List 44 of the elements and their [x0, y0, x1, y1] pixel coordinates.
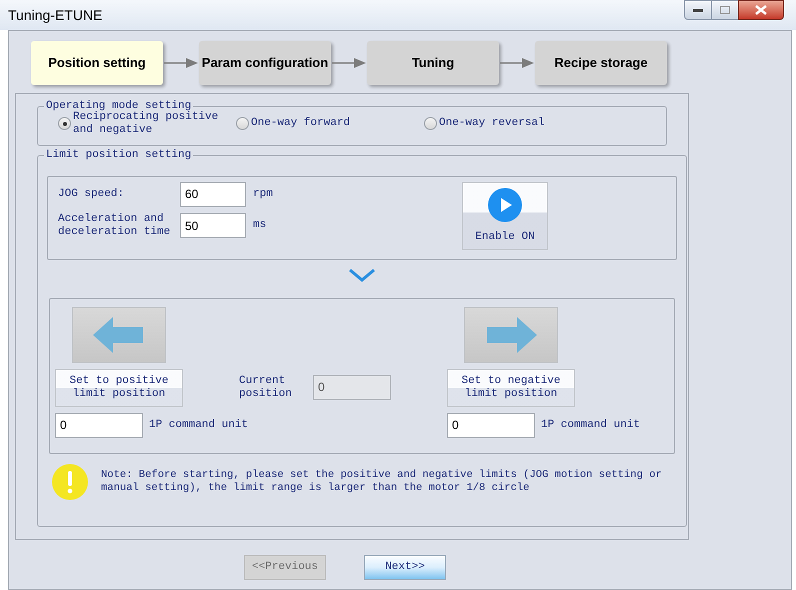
set-limit-button[interactable]: Set to positive limit position [55, 368, 183, 406]
maximize-icon [720, 6, 730, 14]
wizard-step[interactable]: Tuning [367, 41, 499, 85]
field-label: Acceleration and deceleration time [58, 212, 172, 238]
set-limit-button[interactable]: Set to negative limit position [447, 368, 575, 406]
unit-label: rpm [253, 186, 273, 202]
step-arrow-icon [500, 58, 534, 68]
close-button[interactable] [738, 0, 784, 20]
wizard-step[interactable]: Recipe storage [535, 41, 667, 85]
unit-label: 1P command unit [541, 418, 640, 433]
minimize-button[interactable] [684, 0, 712, 20]
close-icon [755, 5, 767, 15]
note-text: Note: Before starting, please set the positive and negative limits (JOG motion setting or manual setting), the limit range is larger than the motor 1/8 circle [101, 468, 663, 494]
radio-label: One-way reversal [439, 117, 545, 130]
enable-button[interactable]: Enable ON [462, 182, 548, 250]
warning-icon [52, 464, 88, 500]
play-icon [488, 188, 522, 222]
window-title: Tuning-ETUNE [8, 6, 102, 25]
next-button[interactable]: Next>> [364, 555, 446, 580]
step-arrow-icon [332, 58, 366, 68]
radio-button[interactable] [236, 117, 249, 130]
radio-label: Reciprocating positive and negative [73, 110, 220, 136]
negative-limit-field[interactable]: 0 [447, 412, 535, 438]
positive-limit-field[interactable]: 0 [55, 412, 143, 438]
field-label: JOG speed: [58, 186, 126, 202]
radio-label: One-way forward [251, 117, 350, 130]
move-left-button[interactable] [72, 306, 166, 362]
acceleration-field[interactable]: 50 [180, 213, 246, 238]
arrow-left-icon [93, 316, 145, 352]
radio-button[interactable] [424, 117, 437, 130]
move-right-button[interactable] [464, 306, 558, 362]
unit-label: ms [253, 218, 266, 234]
jog-speed-field[interactable]: 60 [180, 182, 246, 206]
wizard-step[interactable]: Position setting [31, 41, 163, 85]
group-title: Limit position setting [45, 148, 192, 163]
field-label: Current position [239, 374, 293, 400]
wizard-step[interactable]: Param configuration [199, 41, 331, 85]
step-arrow-icon [164, 58, 198, 68]
arrow-right-icon [485, 316, 537, 352]
chevron-down-icon [348, 268, 376, 282]
unit-label: 1P command unit [149, 418, 248, 433]
radio-button[interactable] [58, 117, 71, 130]
group-title: Operating mode setting [45, 99, 192, 112]
minimize-icon [693, 8, 703, 12]
